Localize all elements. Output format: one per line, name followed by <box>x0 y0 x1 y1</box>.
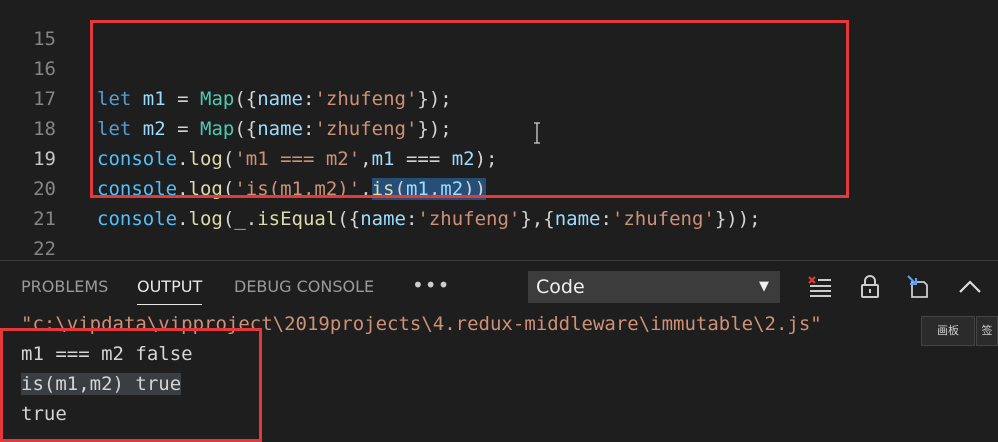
code-line-23[interactable]: 23 <box>0 234 998 260</box>
code-line-22[interactable]: 22 <box>0 204 998 260</box>
output-annotation-box <box>0 328 262 442</box>
overlay-drawboard-button[interactable]: 画板 <box>921 316 975 346</box>
clear-output-icon[interactable] <box>806 273 834 301</box>
chevron-up-icon[interactable] <box>956 273 984 301</box>
chevron-down-icon: ▼ <box>759 279 769 294</box>
output-channel-value: Code <box>536 276 585 298</box>
more-actions-icon[interactable]: ••• <box>412 261 450 309</box>
code-annotation-box <box>90 20 849 198</box>
tab-debug-console[interactable]: DEBUG CONSOLE <box>234 261 374 313</box>
overlay-sign-button[interactable]: 签 <box>976 316 998 346</box>
lock-scroll-icon[interactable] <box>856 273 884 301</box>
output-panel[interactable]: "c:\vipdata\vipproject\2019projects\4.re… <box>0 312 998 442</box>
tab-problems[interactable]: PROBLEMS <box>21 261 108 313</box>
panel-header: PROBLEMS OUTPUT DEBUG CONSOLE ••• Code ▼ <box>0 260 998 313</box>
tab-output[interactable]: OUTPUT <box>137 261 203 313</box>
code-editor[interactable]: 15 16 let m1 = Map({name:'zhufeng'}); 17… <box>0 0 998 260</box>
output-channel-select[interactable]: Code ▼ <box>528 271 780 303</box>
open-log-icon[interactable] <box>905 273 933 301</box>
